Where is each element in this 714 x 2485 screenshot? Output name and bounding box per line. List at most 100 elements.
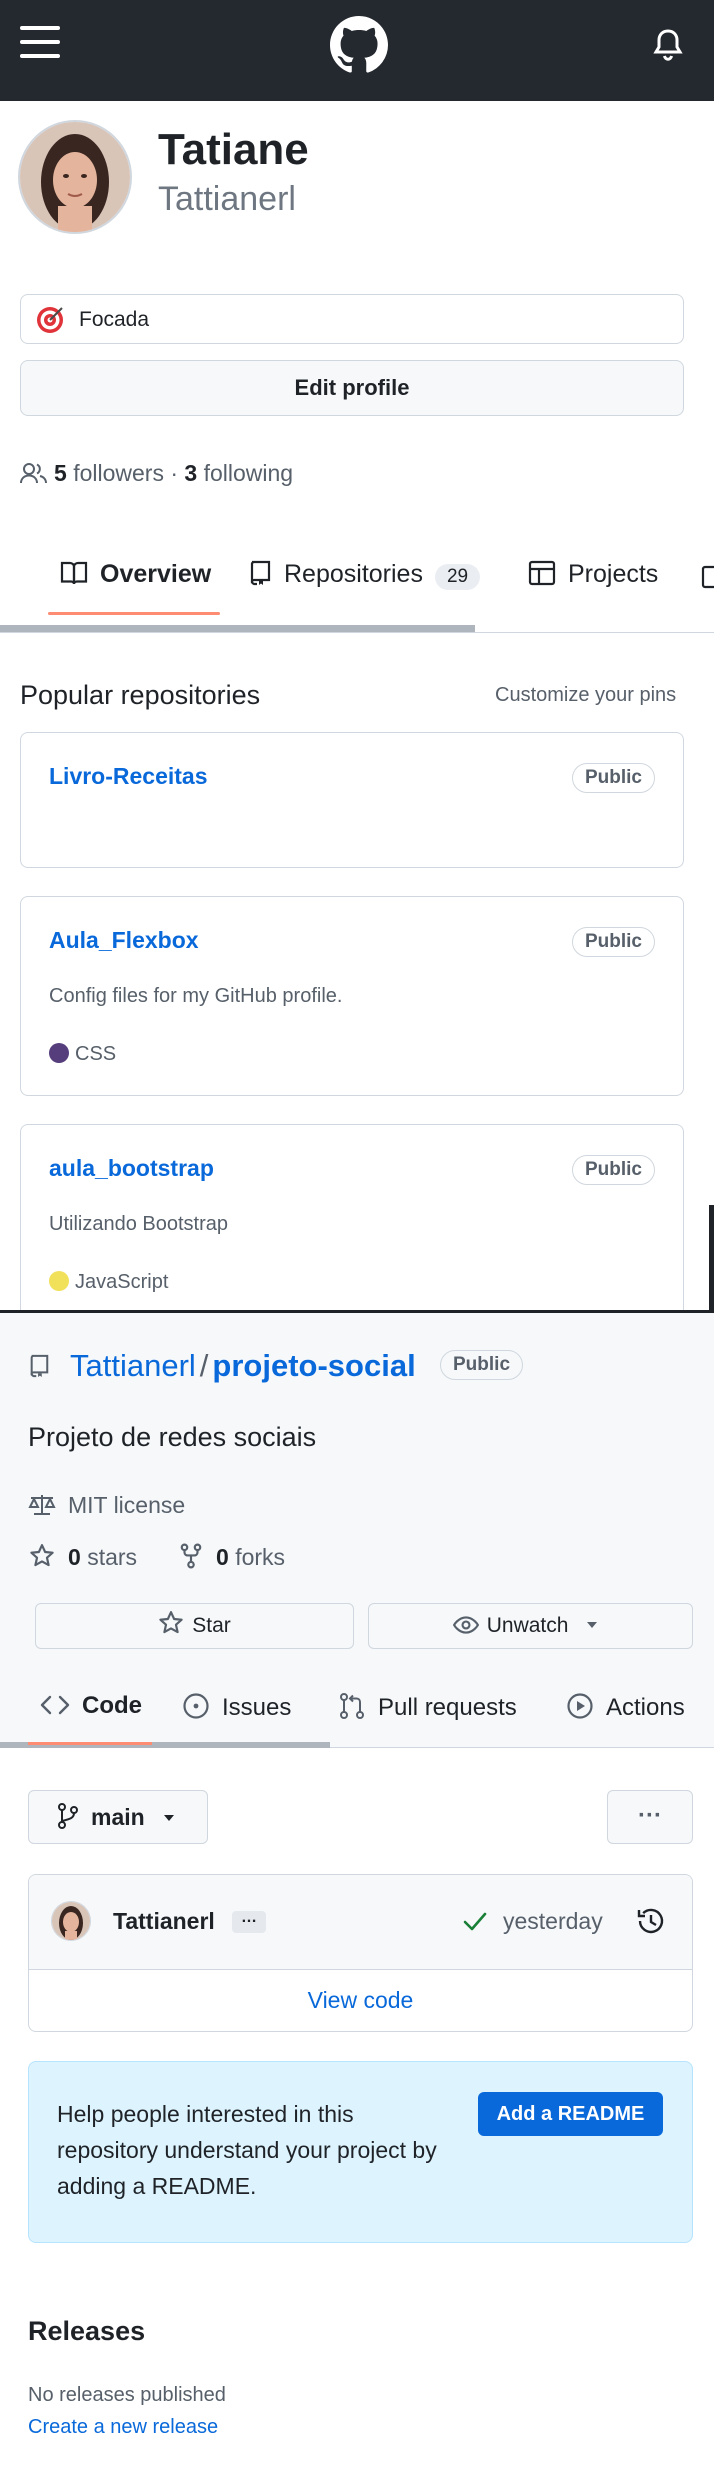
following-label[interactable]: following [204,460,294,486]
repo-icon [250,560,271,586]
tab-overview-label: Overview [100,560,212,588]
pull-request-icon [340,1693,364,1719]
tab-issues-label: Issues [222,1694,292,1721]
code-icon [40,1695,70,1715]
visibility-badge: Public [440,1350,524,1380]
repo-link[interactable]: Livro-Receitas [49,763,208,790]
fork-icon [180,1543,202,1569]
followers-label[interactable]: followers [73,460,164,486]
repo-breadcrumb: Tattianerl / projeto-social [70,1348,416,1384]
branch-name: main [91,1804,145,1830]
more-options-button[interactable]: ··· [607,1790,693,1844]
follow-separator: · [170,460,179,486]
tab-code[interactable]: Code [40,1692,142,1720]
repo-owner-link[interactable]: Tattianerl [70,1348,196,1383]
status-box[interactable]: Focada [20,294,684,344]
commit-author[interactable]: Tattianerl [113,1908,215,1935]
star-icon [159,1611,183,1634]
view-code-link[interactable]: View code [29,1969,692,2031]
readme-prompt: Help people interested in this repositor… [28,2061,693,2243]
bell-icon[interactable] [652,27,684,63]
repo-language: CSS [49,1043,116,1066]
follow-stats: 5 followers · 3 following [20,460,293,487]
tab-projects[interactable]: Projects [528,560,658,589]
visibility-badge: Public [571,1155,655,1185]
commit-message-expand-button[interactable]: … [232,1910,266,1933]
caret-down-icon [587,1622,598,1628]
commit-header: Tattianerl … yesterday [29,1875,692,1970]
no-releases-text: No releases published [28,2384,226,2406]
repo-card: Aula_Flexbox Public Config files for my … [20,896,684,1096]
hamburger-menu-icon[interactable] [20,24,60,60]
following-count[interactable]: 3 [184,460,197,486]
target-icon [35,305,65,335]
visibility-badge: Public [571,927,655,957]
table-icon [528,560,556,586]
language-label: CSS [75,1043,117,1065]
star-icon [30,1544,54,1567]
vertical-scrollbar[interactable] [709,1205,714,1310]
tab-next-icon-partial[interactable] [700,565,714,589]
avatar[interactable] [51,1901,91,1941]
repo-link[interactable]: Aula_Flexbox [49,927,199,954]
repo-link[interactable]: aula_bootstrap [49,1155,214,1182]
followers-count[interactable]: 5 [54,460,67,486]
star-button[interactable]: Star [35,1603,354,1649]
forks-link[interactable]: 0 forks [178,1543,285,1571]
branch-icon [58,1803,78,1829]
releases-title[interactable]: Releases [28,2316,145,2347]
tab-actions-label: Actions [606,1694,685,1721]
branch-select-button[interactable]: main [28,1790,208,1844]
stars-label: stars [87,1544,138,1570]
tab-code-label: Code [82,1692,142,1719]
screenshot-divider [0,1310,714,1313]
breadcrumb-separator: / [199,1348,209,1383]
add-readme-button[interactable]: Add a README [478,2092,663,2136]
repo-name-link[interactable]: projeto-social [212,1348,415,1383]
tab-selected-underline [28,1742,152,1745]
caret-down-icon [164,1815,175,1821]
customize-pins-link[interactable]: Customize your pins [495,684,676,707]
github-logo-icon[interactable] [330,16,388,74]
create-release-link[interactable]: Create a new release [28,2416,218,2439]
issue-icon [183,1693,209,1719]
forks-count: 0 [216,1544,229,1570]
horizontal-scrollbar[interactable] [0,625,475,632]
latest-commit-box: Tattianerl … yesterday View code [28,1874,693,2032]
tab-pull-requests[interactable]: Pull requests [338,1692,517,1722]
history-icon[interactable] [635,1905,667,1942]
tab-issues[interactable]: Issues [182,1692,291,1722]
law-icon [28,1495,56,1515]
repo-description: Projeto de redes sociais [28,1422,317,1452]
tab-actions[interactable]: Actions [566,1692,685,1722]
repo-description: Config files for my GitHub profile. [49,985,343,1007]
repo-icon [28,1353,50,1384]
language-color-dot [49,1043,69,1063]
profile-name: Tatiane [158,125,309,174]
repositories-counter: 29 [434,564,481,590]
repo-card: Livro-Receitas Public [20,732,684,868]
avatar[interactable] [18,120,132,234]
tab-overview[interactable]: Overview [60,560,211,589]
license-link[interactable]: MIT license [28,1492,185,1519]
commit-time[interactable]: yesterday [503,1908,603,1935]
license-label: MIT license [68,1492,186,1518]
visibility-badge: Public [571,763,655,793]
stars-link[interactable]: 0 stars [28,1543,137,1571]
popular-repos-title: Popular repositories [20,680,261,710]
repo-language: JavaScript [49,1271,168,1294]
tabs-divider [0,632,714,633]
forks-label: forks [235,1544,286,1570]
tab-pull-requests-label: Pull requests [378,1694,517,1721]
language-label: JavaScript [75,1271,169,1293]
edit-profile-button[interactable]: Edit profile [20,360,684,416]
watch-button[interactable]: Unwatch [368,1603,693,1649]
check-icon[interactable] [462,1909,488,1938]
status-text: Focada [79,308,150,331]
book-icon [60,561,88,585]
watch-button-label: Unwatch [486,1614,569,1637]
language-color-dot [49,1271,69,1291]
people-icon [20,462,48,484]
tab-repositories[interactable]: Repositories 29 [248,560,481,590]
play-icon [567,1693,593,1719]
